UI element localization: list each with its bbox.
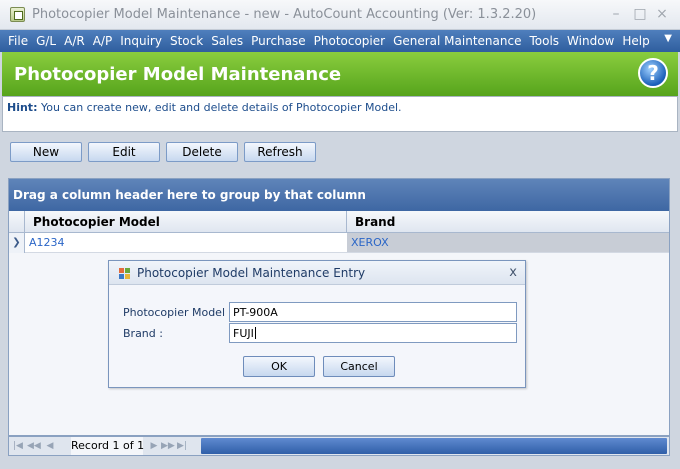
prev-record-icon[interactable]: ◀ <box>45 440 55 452</box>
page-header: Photocopier Model Maintenance ? <box>2 52 678 96</box>
menu-help[interactable]: Help <box>618 34 653 48</box>
edit-button[interactable]: Edit <box>88 142 160 162</box>
app-icon <box>10 7 25 22</box>
menu-file[interactable]: File <box>4 34 32 48</box>
row-indicator-icon[interactable]: ❯ <box>9 233 25 253</box>
menu-ap[interactable]: A/P <box>89 34 117 48</box>
hint-panel: Hint: You can create new, edit and delet… <box>2 96 678 132</box>
dialog-title: Photocopier Model Maintenance Entry <box>137 266 366 280</box>
next-record-icon[interactable]: ▶ <box>149 440 159 452</box>
menu-sales[interactable]: Sales <box>207 34 247 48</box>
group-by-panel[interactable]: Drag a column header here to group by th… <box>9 179 669 211</box>
page-title: Photocopier Model Maintenance <box>14 64 342 85</box>
menu-bar: File G/L A/R A/P Inquiry Stock Sales Pur… <box>0 30 680 52</box>
group-by-hint: Drag a column header here to group by th… <box>13 188 366 202</box>
column-header-brand[interactable]: Brand <box>347 211 669 233</box>
refresh-button[interactable]: Refresh <box>244 142 316 162</box>
hint-text: You can create new, edit and delete deta… <box>40 101 402 114</box>
dialog-title-bar[interactable]: Photocopier Model Maintenance Entry x <box>109 261 525 285</box>
record-counter: Record 1 of 1 <box>71 437 144 455</box>
last-record-icon[interactable]: ▶| <box>177 440 187 452</box>
dialog-form-icon <box>119 268 131 279</box>
maximize-button[interactable]: □ <box>630 5 650 23</box>
next-page-icon[interactable]: ▶▶ <box>161 440 175 452</box>
ok-button[interactable]: OK <box>243 356 315 377</box>
menu-gl[interactable]: G/L <box>32 34 60 48</box>
delete-button[interactable]: Delete <box>166 142 238 162</box>
table-row-brand-cell[interactable]: XEROX <box>347 233 669 253</box>
help-icon[interactable]: ? <box>638 58 668 88</box>
brand-label: Brand : <box>123 327 163 340</box>
cancel-button[interactable]: Cancel <box>323 356 395 377</box>
menu-photocopier[interactable]: Photocopier <box>310 34 389 48</box>
entry-dialog: Photocopier Model Maintenance Entry x Ph… <box>108 260 526 388</box>
menu-inquiry[interactable]: Inquiry <box>116 34 166 48</box>
menu-overflow-chevron-icon[interactable]: ▼ <box>664 33 672 44</box>
dialog-close-icon[interactable]: x <box>509 265 517 280</box>
menu-purchase[interactable]: Purchase <box>247 34 310 48</box>
menu-stock[interactable]: Stock <box>166 34 207 48</box>
window-title: Photocopier Model Maintenance - new - Au… <box>32 7 537 22</box>
menu-ar[interactable]: A/R <box>60 34 89 48</box>
text-caret <box>254 327 256 339</box>
table-row-model-cell[interactable]: A1234 <box>25 233 347 253</box>
column-header-photocopier-model[interactable]: Photocopier Model <box>25 211 347 233</box>
record-navigator: |◀ ◀◀ ◀ Record 1 of 1 ▶ ▶▶ ▶| <box>8 436 670 456</box>
new-button[interactable]: New <box>10 142 82 162</box>
title-bar: Photocopier Model Maintenance - new - Au… <box>0 0 680 30</box>
first-record-icon[interactable]: |◀ <box>13 440 23 452</box>
row-indicator-header <box>9 211 25 233</box>
menu-tools[interactable]: Tools <box>525 34 563 48</box>
hint-label: Hint: <box>7 101 38 114</box>
horizontal-scrollbar[interactable] <box>201 438 667 454</box>
close-button[interactable]: × <box>652 5 672 23</box>
menu-window[interactable]: Window <box>563 34 618 48</box>
menu-general-maintenance[interactable]: General Maintenance <box>389 34 525 48</box>
model-input[interactable]: PT-900A <box>229 302 517 322</box>
prev-page-icon[interactable]: ◀◀ <box>27 440 41 452</box>
minimize-button[interactable]: – <box>606 5 626 23</box>
model-label: Photocopier Model : <box>123 306 233 319</box>
brand-input[interactable]: FUJI <box>229 323 517 343</box>
